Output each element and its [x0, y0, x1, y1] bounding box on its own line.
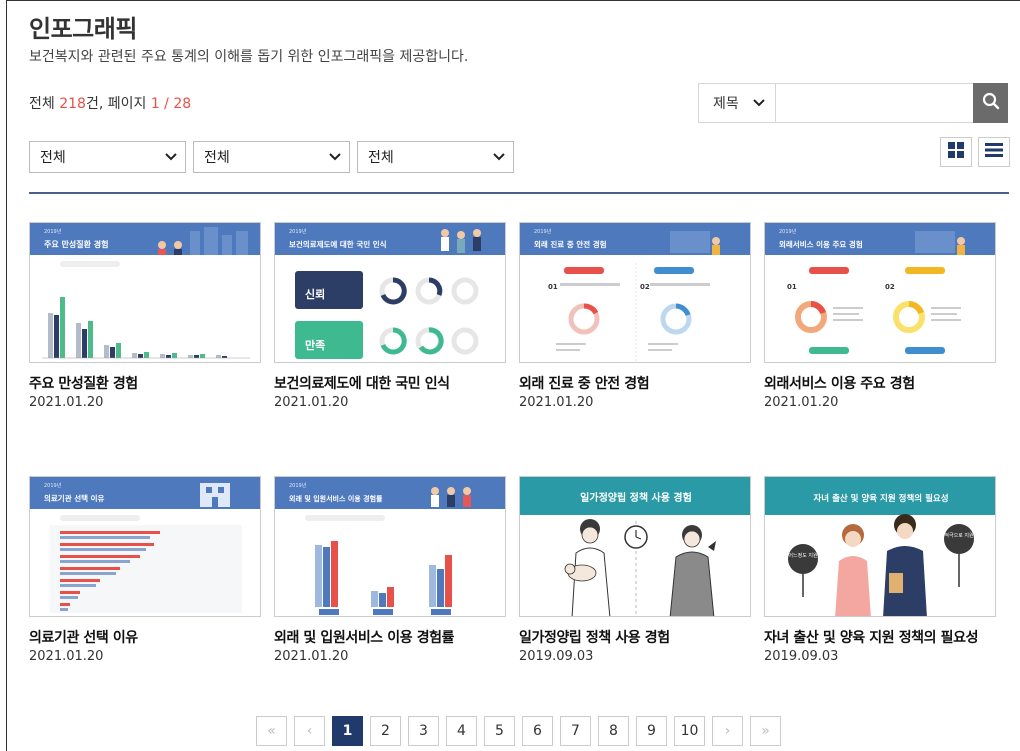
- page-button-2[interactable]: 2: [370, 716, 401, 746]
- page-button-10[interactable]: 10: [674, 716, 705, 746]
- thumb-label: 02: [885, 283, 895, 291]
- filter-value: 전체: [204, 150, 230, 166]
- card-date: 2021.01.20: [29, 395, 104, 410]
- chevron-down-icon: [753, 95, 766, 111]
- thumb-heading: 보건의료제도에 대한 국민 인식: [289, 239, 387, 249]
- thumb-heading: 의료기관 선택 이유: [44, 493, 105, 503]
- infographic-card[interactable]: 2019년 의료기관 선택 이유 의료기관 선택 이유 2021.01.20: [29, 476, 261, 664]
- page-indicator: 1 / 28: [150, 96, 192, 112]
- list-view-button[interactable]: [978, 137, 1010, 167]
- card-title[interactable]: 일가정양립 정책 사용 경험: [519, 627, 751, 647]
- filter-value: 전체: [368, 150, 394, 166]
- page-button-7[interactable]: 7: [560, 716, 591, 746]
- page-title: 인포그래픽: [29, 15, 137, 43]
- infographic-card[interactable]: 2019년 외래서비스 이용 주요 경험 01 02 외래서비스 이용 주요 경…: [764, 222, 996, 410]
- infographic-card[interactable]: 자녀 출산 및 양육 지원 정책의 필요성 어느정도 지원 적극으로 지원 자녀…: [764, 476, 996, 664]
- thumb-label: 만족: [305, 338, 325, 352]
- infographic-card[interactable]: 2019년 외래 및 입원서비스 이용 경험률 외래 및 입원서비스 이용 경험…: [274, 476, 506, 664]
- filter-select-1[interactable]: 전체: [29, 141, 186, 173]
- prev-page-button[interactable]: ‹: [294, 716, 325, 746]
- page-button-8[interactable]: 8: [598, 716, 629, 746]
- total-count: 218: [59, 96, 86, 112]
- card-thumbnail[interactable]: 2019년 보건의료제도에 대한 국민 인식 신뢰 만족: [274, 222, 506, 363]
- next-page-button[interactable]: ›: [712, 716, 743, 746]
- thumb-heading: 자녀 출산 및 양육 지원 정책의 필요성: [813, 493, 948, 504]
- first-page-button[interactable]: «: [256, 716, 287, 746]
- card-thumbnail[interactable]: 2019년 외래 진료 중 안전 경험 01 02: [519, 222, 751, 363]
- thumb-tag: 2019년: [779, 228, 797, 235]
- thumb-label: 신뢰: [305, 287, 325, 301]
- card-date: 2021.01.20: [274, 395, 349, 410]
- page-button-9[interactable]: 9: [636, 716, 667, 746]
- infographic-card[interactable]: 2019년 보건의료제도에 대한 국민 인식 신뢰 만족 보건의료제도에 대한 …: [274, 222, 506, 410]
- thumb-label: 적극으로 지원: [944, 532, 974, 539]
- thumb-label: 02: [640, 283, 650, 291]
- card-title[interactable]: 보건의료제도에 대한 국민 인식: [274, 373, 506, 393]
- page-button-6[interactable]: 6: [522, 716, 553, 746]
- card-date: 2021.01.20: [764, 395, 839, 410]
- search-bar: 제목: [698, 83, 1008, 123]
- card-title[interactable]: 의료기관 선택 이유: [29, 627, 261, 647]
- card-title[interactable]: 자녀 출산 및 양육 지원 정책의 필요성: [764, 627, 996, 647]
- card-date: 2019.09.03: [519, 649, 594, 664]
- search-input[interactable]: [776, 84, 974, 122]
- card-thumbnail[interactable]: 자녀 출산 및 양육 지원 정책의 필요성 어느정도 지원 적극으로 지원: [764, 476, 996, 617]
- infographic-card[interactable]: 일가정양립 정책 사용 경험 일가정양립 정책 사용 경험 2019.09.03: [519, 476, 751, 664]
- search-field-value: 제목: [713, 96, 739, 112]
- infographic-card[interactable]: 2019년 외래 진료 중 안전 경험 01 02 외래 진료 중 안전 경험 …: [519, 222, 751, 410]
- filter-bar: 전체 전체 전체: [29, 141, 514, 173]
- thumb-tag: 2019년: [44, 482, 62, 489]
- card-thumbnail[interactable]: 2019년 외래서비스 이용 주요 경험 01 02: [764, 222, 996, 363]
- divider: [29, 192, 1009, 194]
- thumb-tag: 2019년: [289, 482, 307, 489]
- search-button[interactable]: [973, 83, 1008, 123]
- thumb-label: 01: [787, 283, 797, 291]
- thumb-heading: 외래 진료 중 안전 경험: [534, 239, 607, 249]
- thumb-heading: 외래 및 입원서비스 이용 경험률: [289, 494, 383, 503]
- card-date: 2021.01.20: [274, 649, 349, 664]
- card-date: 2019.09.03: [764, 649, 839, 664]
- page-subtitle: 보건복지와 관련된 주요 통계의 이해를 돕기 위한 인포그래픽을 제공합니다.: [29, 49, 469, 65]
- search-icon: [982, 92, 1000, 114]
- view-toggle: [940, 137, 1010, 167]
- thumb-heading: 주요 만성질환 경험: [44, 239, 108, 249]
- search-field-select[interactable]: 제목: [699, 84, 777, 122]
- filter-select-2[interactable]: 전체: [193, 141, 350, 173]
- grid-view-button[interactable]: [940, 137, 972, 167]
- thumb-tag: 2019년: [289, 228, 307, 235]
- card-title[interactable]: 외래서비스 이용 주요 경험: [764, 373, 996, 393]
- page-button-4[interactable]: 4: [446, 716, 477, 746]
- grid-view-icon: [947, 141, 965, 163]
- page-button-5[interactable]: 5: [484, 716, 515, 746]
- page-button-1[interactable]: 1: [332, 716, 363, 746]
- card-thumbnail[interactable]: 2019년 외래 및 입원서비스 이용 경험률: [274, 476, 506, 617]
- thumb-label: 01: [548, 283, 558, 291]
- thumb-heading: 외래서비스 이용 주요 경험: [779, 239, 863, 249]
- pagination: « ‹ 1 2 3 4 5 6 7 8 9 10 › »: [256, 716, 781, 746]
- filter-select-3[interactable]: 전체: [357, 141, 514, 173]
- result-summary: 전체 218건, 페이지 1 / 28: [29, 93, 191, 113]
- summary-prefix: 전체: [29, 96, 60, 112]
- card-thumbnail[interactable]: 2019년 주요 만성질환 경험: [29, 222, 261, 363]
- thumb-label: 어느정도 지원: [788, 552, 818, 559]
- list-view-icon: [985, 142, 1003, 162]
- thumb-tag: 2019년: [534, 228, 552, 235]
- card-thumbnail[interactable]: 2019년 의료기관 선택 이유: [29, 476, 261, 617]
- thumb-heading: 일가정양립 정책 사용 경험: [580, 491, 692, 504]
- summary-middle: 건, 페이지: [85, 96, 151, 112]
- filter-value: 전체: [40, 150, 66, 166]
- chevron-down-icon: [165, 149, 177, 165]
- card-title[interactable]: 주요 만성질환 경험: [29, 373, 261, 393]
- thumb-tag: 2019년: [44, 228, 62, 235]
- card-title[interactable]: 외래 및 입원서비스 이용 경험률: [274, 627, 506, 647]
- chevron-down-icon: [493, 149, 505, 165]
- infographic-card[interactable]: 2019년 주요 만성질환 경험 주요 만성질환 경험 2021.01.20: [29, 222, 261, 410]
- card-thumbnail[interactable]: 일가정양립 정책 사용 경험: [519, 476, 751, 617]
- card-date: 2021.01.20: [29, 649, 104, 664]
- card-date: 2021.01.20: [519, 395, 594, 410]
- card-title[interactable]: 외래 진료 중 안전 경험: [519, 373, 751, 393]
- chevron-down-icon: [329, 149, 341, 165]
- last-page-button[interactable]: »: [750, 716, 781, 746]
- page-button-3[interactable]: 3: [408, 716, 439, 746]
